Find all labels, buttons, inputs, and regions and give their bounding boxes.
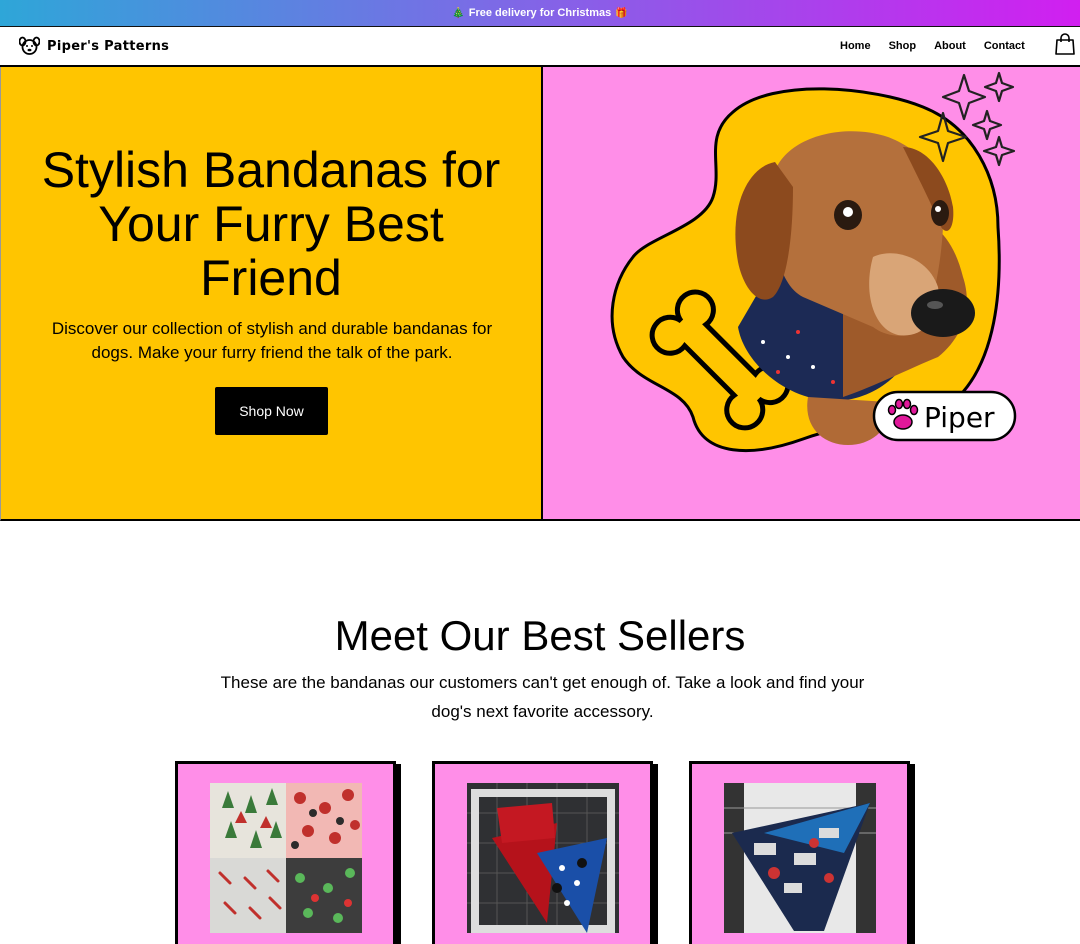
- shopping-bag-icon: [1055, 33, 1075, 55]
- hero-illustration: Piper: [610, 71, 1017, 453]
- product-card[interactable]: [175, 761, 396, 944]
- product-image-red-blue-bandanas: [467, 783, 619, 933]
- product-card[interactable]: [432, 761, 653, 944]
- dog-face-icon: [19, 36, 40, 55]
- announcement-bar: 🎄 Free delivery for Christmas 🎁: [0, 0, 1080, 27]
- nav-shop[interactable]: Shop: [889, 40, 917, 52]
- nav-about[interactable]: About: [934, 40, 966, 52]
- best-sellers-description: These are the bandanas our customers can…: [220, 673, 865, 721]
- gift-icon: 🎁: [615, 7, 628, 19]
- product-image-christmas-swatches: [210, 783, 362, 933]
- dog-name: Piper: [924, 401, 995, 434]
- shop-now-button[interactable]: Shop Now: [215, 387, 328, 435]
- product-card[interactable]: [689, 761, 910, 944]
- hero-title: Stylish Bandanas for Your Furry Best Fri…: [41, 142, 501, 306]
- main-nav: Home Shop About Contact: [840, 40, 1043, 52]
- cart-button[interactable]: [1055, 33, 1075, 60]
- nav-contact[interactable]: Contact: [984, 40, 1025, 52]
- nav-home[interactable]: Home: [840, 40, 871, 52]
- brand-logo-link[interactable]: Piper's Patterns: [19, 36, 169, 56]
- announcement-text: Free delivery for Christmas: [468, 7, 612, 19]
- product-image-new-york-bandana: [724, 783, 876, 933]
- hero-image-panel: Piper: [543, 67, 1080, 521]
- brand-name: Piper's Patterns: [47, 38, 170, 54]
- hero-description: Discover our collection of stylish and d…: [51, 319, 493, 362]
- best-sellers-title: Meet Our Best Sellers: [334, 612, 746, 659]
- dog-name-tag: Piper: [872, 390, 1017, 442]
- hero-text-panel: Stylish Bandanas for Your Furry Best Fri…: [0, 67, 543, 521]
- tree-icon: 🎄: [452, 7, 465, 19]
- site-header: Piper's Patterns Home Shop About Contact: [0, 27, 1080, 67]
